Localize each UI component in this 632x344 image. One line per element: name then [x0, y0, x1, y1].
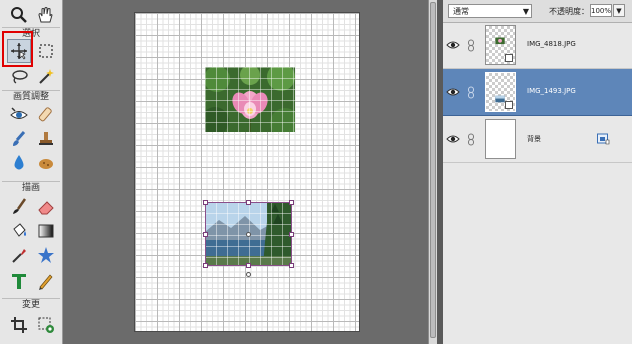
layer-thumbnail: [485, 25, 516, 65]
transform-handle-br[interactable]: [289, 263, 294, 268]
crop-tool-icon[interactable]: [7, 314, 31, 336]
transform-handle-b[interactable]: [246, 263, 251, 268]
link-icon[interactable]: [467, 86, 475, 99]
gradient-tool-icon[interactable]: [34, 220, 58, 242]
magic-wand-tool-icon[interactable]: [34, 66, 58, 88]
spot-healing-tool-icon[interactable]: [34, 104, 58, 126]
marquee-tool-icon[interactable]: [34, 40, 58, 62]
layer-name[interactable]: IMG_1493.JPG: [527, 87, 576, 95]
brush-tool-icon[interactable]: [7, 196, 31, 218]
lotus-image-layer[interactable]: [205, 67, 295, 132]
transform-handle-l[interactable]: [203, 232, 208, 237]
link-icon[interactable]: [467, 39, 475, 52]
layer-row-background[interactable]: 背景: [443, 116, 632, 163]
tool-highlight-box: [2, 31, 33, 67]
blur-tool-icon[interactable]: [7, 152, 31, 174]
toolbox: 選択 画質調整 描画 変更: [0, 0, 63, 344]
layer-name[interactable]: 背景: [527, 134, 541, 144]
rotate-handle[interactable]: [246, 272, 251, 277]
section-draw-label: 描画: [2, 181, 60, 194]
layer-thumbnail: [485, 72, 516, 112]
scrollbar-thumb[interactable]: [430, 2, 436, 338]
clone-stamp-tool-icon[interactable]: [34, 128, 58, 150]
custom-shape-tool-icon[interactable]: [34, 244, 58, 266]
pencil-tool-icon[interactable]: [34, 270, 58, 292]
hand-tool-icon[interactable]: [33, 4, 57, 26]
recompose-tool-icon[interactable]: [34, 314, 58, 336]
opacity-label: 不透明度：: [549, 7, 589, 16]
blend-mode-dropdown[interactable]: 通常 ▼: [448, 4, 532, 18]
transform-handle-r[interactable]: [289, 232, 294, 237]
sponge-tool-icon[interactable]: [34, 152, 58, 174]
red-eye-tool-icon[interactable]: [7, 104, 31, 126]
lock-icon[interactable]: [597, 133, 610, 145]
transform-center-point[interactable]: [246, 232, 251, 237]
link-icon[interactable]: [467, 133, 475, 146]
transform-handle-t[interactable]: [246, 200, 251, 205]
blend-mode-value: 通常: [453, 7, 469, 16]
type-tool-icon[interactable]: [7, 270, 31, 292]
transform-handle-tl[interactable]: [203, 200, 208, 205]
layer-row[interactable]: IMG_4818.JPG: [443, 22, 632, 69]
paint-bucket-tool-icon[interactable]: [7, 220, 31, 242]
opacity-input[interactable]: 100%: [590, 4, 612, 17]
chevron-down-icon: ▼: [522, 7, 529, 16]
eye-icon[interactable]: [446, 39, 460, 51]
zoom-tool-icon[interactable]: [7, 4, 31, 26]
layer-thumbnail: [485, 119, 516, 159]
smart-brush-tool-icon[interactable]: [7, 128, 31, 150]
layers-options-bar: 通常 ▼ 不透明度： 100% ▼: [443, 0, 632, 23]
layers-panel: 通常 ▼ 不透明度： 100% ▼ IMG_4818.JPG IMG_1493.…: [443, 0, 632, 344]
section-modify-label: 変更: [2, 298, 60, 311]
layers-empty-area: [443, 163, 632, 344]
transform-handle-bl[interactable]: [203, 263, 208, 268]
eraser-tool-icon[interactable]: [34, 196, 58, 218]
document-canvas[interactable]: [134, 12, 360, 332]
layer-name[interactable]: IMG_4818.JPG: [527, 40, 576, 48]
eye-icon[interactable]: [446, 86, 460, 98]
transform-handle-tr[interactable]: [289, 200, 294, 205]
eyedropper-tool-icon[interactable]: [7, 244, 31, 266]
layer-row-selected[interactable]: IMG_1493.JPG: [443, 69, 632, 116]
lasso-tool-icon[interactable]: [7, 66, 31, 88]
eye-icon[interactable]: [446, 133, 460, 145]
opacity-dropdown-button[interactable]: ▼: [613, 4, 625, 17]
section-enhance-label: 画質調整: [2, 90, 60, 103]
smart-object-icon: [505, 54, 513, 62]
chevron-down-icon: ▼: [616, 7, 622, 15]
smart-object-icon: [505, 101, 513, 109]
